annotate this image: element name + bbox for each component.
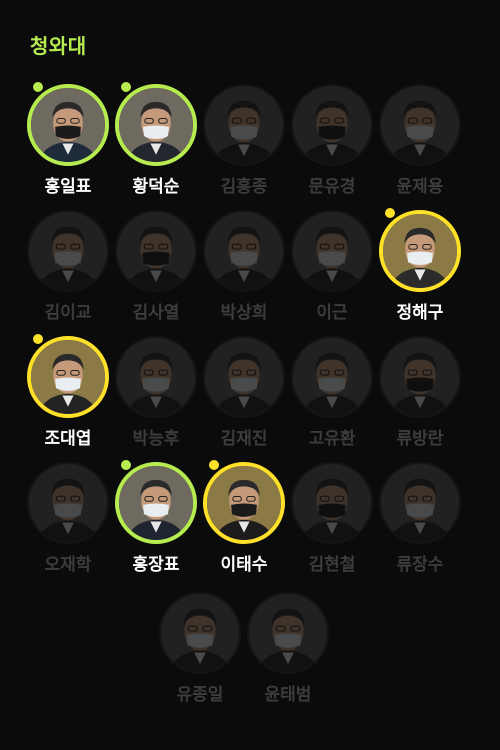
person-card[interactable]: 황덕순 — [111, 80, 201, 206]
status-dot-icon — [383, 206, 397, 220]
person-card[interactable]: 정해구 — [375, 206, 465, 332]
person-name: 이근 — [316, 303, 348, 323]
avatar-wrapper — [203, 336, 285, 418]
person-card[interactable]: 이태수 — [199, 458, 289, 584]
person-card[interactable]: 김흥종 — [199, 84, 289, 206]
person-name: 윤제용 — [396, 177, 444, 197]
avatar-wrapper — [115, 458, 197, 544]
avatar-wrapper — [115, 336, 197, 418]
avatar-wrapper — [115, 80, 197, 166]
avatar-wrapper — [27, 332, 109, 418]
people-grid: 홍일표 황덕순 김흥종 문유경 윤제용김이교 김사열 박상희 이근 정해구조대엽 박능후 김재진 고유… — [0, 0, 500, 750]
avatar-wrapper — [115, 210, 197, 292]
avatar-wrapper — [291, 462, 373, 544]
avatar-wrapper — [27, 80, 109, 166]
person-name: 류방란 — [396, 429, 444, 449]
avatar — [379, 84, 461, 166]
avatar — [27, 84, 109, 166]
avatar — [115, 336, 197, 418]
person-name: 김사열 — [132, 303, 180, 323]
avatar-wrapper — [159, 592, 241, 674]
person-card[interactable]: 김사열 — [111, 210, 201, 332]
avatar — [115, 210, 197, 292]
person-card[interactable]: 조대엽 — [23, 332, 113, 458]
person-name: 고유환 — [308, 429, 356, 449]
person-card[interactable]: 류방란 — [375, 336, 465, 458]
person-name: 홍일표 — [44, 177, 92, 197]
person-card[interactable]: 문유경 — [287, 84, 377, 206]
avatar-wrapper — [291, 84, 373, 166]
avatar-wrapper — [291, 210, 373, 292]
person-card[interactable]: 홍일표 — [23, 80, 113, 206]
avatar — [379, 462, 461, 544]
person-card[interactable]: 오재학 — [23, 462, 113, 584]
avatar — [291, 210, 373, 292]
avatar-wrapper — [379, 462, 461, 544]
avatar-wrapper — [291, 336, 373, 418]
person-name: 박상희 — [220, 303, 268, 323]
person-card[interactable]: 고유환 — [287, 336, 377, 458]
person-card[interactable]: 윤태범 — [243, 592, 333, 714]
avatar-wrapper — [203, 210, 285, 292]
status-dot-icon — [119, 80, 133, 94]
avatar — [203, 84, 285, 166]
person-name: 김재진 — [220, 429, 268, 449]
person-name: 유종일 — [176, 685, 224, 705]
avatar — [27, 336, 109, 418]
avatar — [291, 84, 373, 166]
avatar — [159, 592, 241, 674]
avatar — [27, 462, 109, 544]
avatar — [379, 210, 461, 292]
person-name: 김이교 — [44, 303, 92, 323]
person-name: 문유경 — [308, 177, 356, 197]
person-name: 오재학 — [44, 555, 92, 575]
avatar-wrapper — [379, 206, 461, 292]
avatar-wrapper — [379, 84, 461, 166]
person-name: 윤태범 — [264, 685, 312, 705]
avatar — [247, 592, 329, 674]
person-card[interactable]: 류장수 — [375, 462, 465, 584]
avatar — [203, 462, 285, 544]
avatar — [203, 210, 285, 292]
person-card[interactable]: 박능후 — [111, 336, 201, 458]
avatar — [379, 336, 461, 418]
avatar-wrapper — [27, 462, 109, 544]
avatar-wrapper — [27, 210, 109, 292]
person-name: 홍장표 — [132, 555, 180, 575]
person-name: 조대엽 — [44, 429, 92, 449]
avatar-wrapper — [379, 336, 461, 418]
person-name: 이태수 — [220, 555, 268, 575]
person-name: 김흥종 — [220, 177, 268, 197]
person-card[interactable]: 유종일 — [155, 592, 245, 714]
status-dot-icon — [119, 458, 133, 472]
status-dot-icon — [31, 332, 45, 346]
avatar-wrapper — [247, 592, 329, 674]
avatar — [115, 84, 197, 166]
page: 청와대 홍일표 황덕순 김흥종 문유경 윤제용 김이교 김사열 박상희 이근 정해구 조대엽 박능후 김… — [0, 0, 500, 750]
person-card[interactable]: 김이교 — [23, 210, 113, 332]
status-dot-icon — [31, 80, 45, 94]
person-card[interactable]: 홍장표 — [111, 458, 201, 584]
person-name: 정해구 — [396, 303, 444, 323]
person-name: 박능후 — [132, 429, 180, 449]
person-name: 김현철 — [308, 555, 356, 575]
avatar-wrapper — [203, 84, 285, 166]
status-dot-icon — [207, 458, 221, 472]
person-name: 황덕순 — [132, 177, 180, 197]
person-card[interactable]: 이근 — [287, 210, 377, 332]
person-card[interactable]: 박상희 — [199, 210, 289, 332]
avatar — [291, 462, 373, 544]
avatar — [27, 210, 109, 292]
avatar-wrapper — [203, 458, 285, 544]
avatar — [203, 336, 285, 418]
avatar — [115, 462, 197, 544]
person-name: 류장수 — [396, 555, 444, 575]
person-card[interactable]: 김현철 — [287, 462, 377, 584]
person-card[interactable]: 김재진 — [199, 336, 289, 458]
person-card[interactable]: 윤제용 — [375, 84, 465, 206]
avatar — [291, 336, 373, 418]
